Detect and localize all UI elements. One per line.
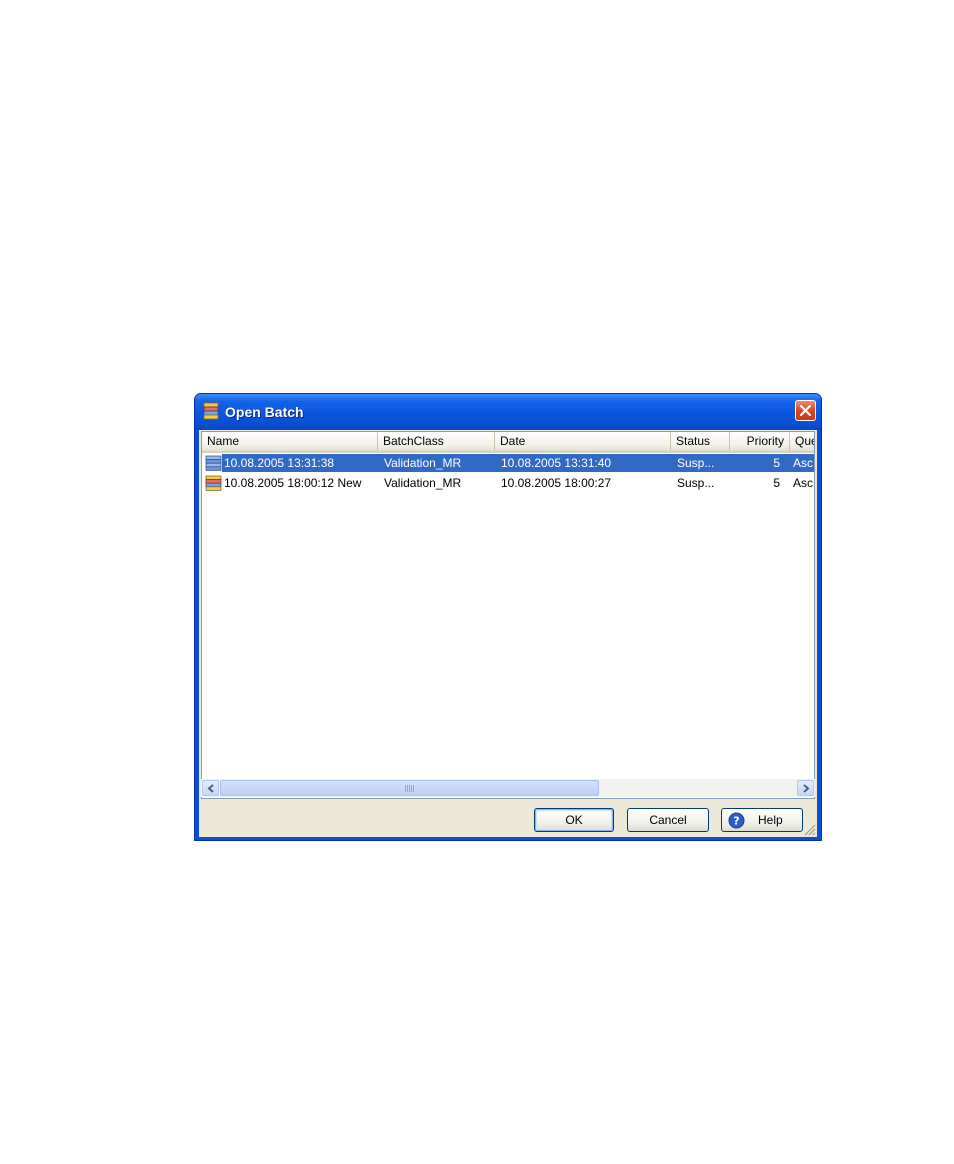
title-bar[interactable]: Open Batch bbox=[195, 394, 821, 430]
cell-date: 10.08.2005 18:00:27 bbox=[501, 476, 612, 490]
cell-status: Susp... bbox=[677, 476, 715, 490]
scroll-right-button[interactable] bbox=[797, 780, 814, 796]
cell-queue: Asc bbox=[793, 476, 814, 490]
table-row[interactable]: 10.08.2005 13:31:38 Validation_MR 10.08.… bbox=[202, 453, 814, 473]
cell-date: 10.08.2005 13:31:40 bbox=[501, 456, 612, 470]
list-header: Name BatchClass Date Status Priority Que bbox=[202, 432, 814, 453]
cell-name: 10.08.2005 13:31:38 bbox=[224, 456, 335, 470]
batch-list[interactable]: Name BatchClass Date Status Priority Que bbox=[201, 431, 815, 799]
resize-grip-icon[interactable] bbox=[803, 823, 816, 836]
cell-status: Susp... bbox=[677, 456, 715, 470]
batch-stack-icon bbox=[205, 475, 222, 491]
horizontal-scrollbar[interactable] bbox=[201, 779, 815, 797]
cell-batchclass: Validation_MR bbox=[384, 456, 462, 470]
open-batch-dialog: Open Batch Name BatchClass Date Status P… bbox=[194, 393, 822, 841]
cell-queue: Asc bbox=[793, 456, 814, 470]
help-label: Help bbox=[758, 813, 783, 827]
chevron-right-icon bbox=[803, 784, 810, 793]
close-icon bbox=[800, 405, 811, 416]
table-row[interactable]: 10.08.2005 18:00:12 New Validation_MR 10… bbox=[202, 473, 814, 493]
batch-stack-icon bbox=[203, 402, 219, 420]
cell-priority: 5 bbox=[773, 476, 780, 490]
column-header-queue[interactable]: Que bbox=[790, 432, 814, 451]
column-header-batchclass[interactable]: BatchClass bbox=[378, 432, 495, 451]
chevron-left-icon bbox=[207, 784, 214, 793]
cell-batchclass: Validation_MR bbox=[384, 476, 462, 490]
ok-button[interactable]: OK bbox=[534, 808, 614, 832]
help-icon: ? bbox=[728, 812, 745, 829]
cell-name: 10.08.2005 18:00:12 New bbox=[224, 476, 362, 490]
column-header-name[interactable]: Name bbox=[202, 432, 378, 451]
scroll-grip bbox=[405, 785, 414, 792]
column-header-date[interactable]: Date bbox=[495, 432, 671, 451]
dialog-title: Open Batch bbox=[225, 404, 304, 420]
dialog-client: Name BatchClass Date Status Priority Que bbox=[199, 430, 817, 837]
column-header-priority[interactable]: Priority bbox=[730, 432, 790, 451]
page: Open Batch Name BatchClass Date Status P… bbox=[0, 0, 954, 1164]
cancel-button[interactable]: Cancel bbox=[627, 808, 709, 832]
close-button[interactable] bbox=[795, 400, 816, 421]
help-button[interactable]: ? Help bbox=[721, 808, 803, 832]
batch-stack-icon bbox=[205, 455, 222, 471]
scroll-thumb[interactable] bbox=[220, 780, 599, 796]
scroll-left-button[interactable] bbox=[202, 780, 219, 796]
column-header-status[interactable]: Status bbox=[671, 432, 730, 451]
cell-priority: 5 bbox=[773, 456, 780, 470]
svg-text:?: ? bbox=[733, 815, 739, 828]
